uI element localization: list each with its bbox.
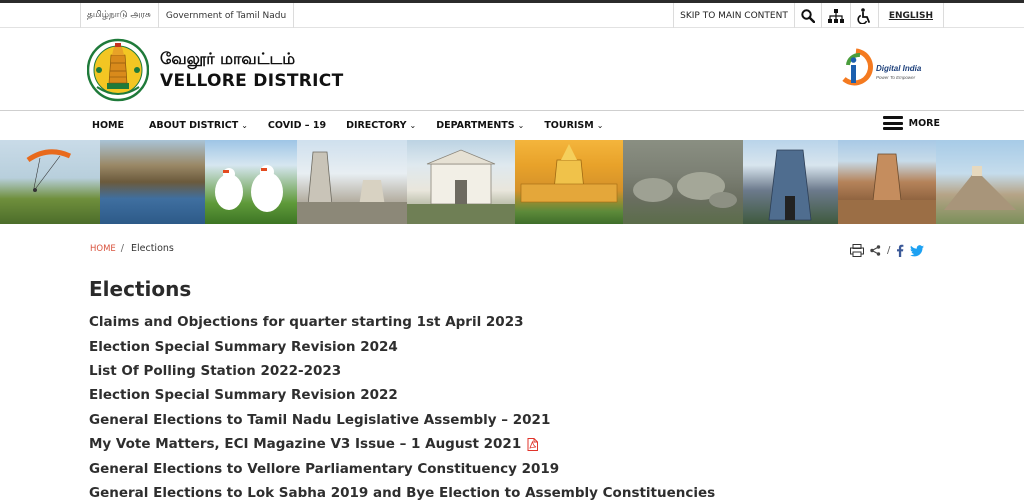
accessibility-button[interactable] (849, 3, 878, 28)
district-title-tamil: வேலூர் மாவட்டம் (160, 49, 296, 68)
breadcrumb-current: Elections (131, 243, 174, 254)
digital-india-logo[interactable]: Digital India Power To Empower (838, 43, 928, 91)
skip-to-main-content-link[interactable]: SKIP TO MAIN CONTENT (673, 3, 794, 28)
more-menu-button[interactable]: MORE (882, 116, 940, 130)
sitemap-button[interactable] (820, 3, 850, 28)
chevron-down-icon: ⌄ (596, 121, 604, 130)
nav-item-directory[interactable]: DIRECTORY ⌄ (346, 120, 416, 131)
district-title-english: VELLORE DISTRICT (160, 71, 344, 91)
election-link[interactable]: General Elections to Tamil Nadu Legislat… (89, 408, 715, 432)
site-header: வேலூர் மாவட்டம் VELLORE DISTRICT Digital… (0, 29, 1024, 111)
accessibility-icon (857, 7, 870, 24)
banner-photo-collage (0, 140, 1024, 224)
banner-photo-rock-sculptures (623, 140, 743, 224)
chevron-down-icon: ⌄ (241, 121, 248, 130)
facebook-icon[interactable] (896, 244, 904, 257)
election-link[interactable]: General Elections to Lok Sabha 2019 and … (89, 481, 715, 500)
banner-photo-temple-tower (297, 140, 407, 224)
tamil-government-link[interactable]: தமிழ்நாடு அரசு (87, 10, 151, 21)
hamburger-menu-icon (882, 116, 903, 130)
tamil-nadu-emblem-logo[interactable] (87, 37, 149, 103)
svg-text:Power To Empower: Power To Empower (876, 75, 916, 80)
breadcrumb-home-link[interactable]: HOME (90, 244, 116, 254)
share-icon[interactable] (870, 245, 881, 256)
elections-link-list: Claims and Objections for quarter starti… (89, 310, 715, 500)
nav-item-covid-19[interactable]: COVID – 19 (268, 120, 326, 131)
election-link[interactable]: Claims and Objections for quarter starti… (89, 310, 715, 334)
print-icon[interactable] (850, 244, 864, 257)
english-government-link[interactable]: Government of Tamil Nadu (166, 11, 286, 21)
election-link[interactable]: List Of Polling Station 2022-2023 (89, 359, 715, 383)
nav-item-home[interactable]: HOME (92, 120, 124, 131)
banner-photo-lake (100, 140, 205, 224)
svg-text:Digital India: Digital India (876, 64, 922, 73)
breadcrumb: HOME / Elections (90, 243, 174, 254)
pdf-file-icon (527, 437, 539, 451)
nav-item-departments[interactable]: DEPARTMENTS ⌄ (436, 120, 524, 131)
main-navigation: HOME ABOUT DISTRICT ⌄ COVID – 19 DIRECTOR… (0, 111, 1024, 140)
banner-photo-golden-temple (515, 140, 623, 224)
election-link[interactable]: Election Special Summary Revision 2022 (89, 383, 715, 407)
banner-photo-gopuram (743, 140, 838, 224)
utility-bar: தமிழ்நாடு அரசு Government of Tamil Nadu … (0, 3, 1024, 28)
sitemap-icon (827, 8, 844, 23)
page-title: Elections (89, 277, 192, 301)
nav-item-tourism[interactable]: TOURISM ⌄ (544, 120, 603, 131)
search-icon (801, 8, 815, 23)
nav-items: HOME ABOUT DISTRICT ⌄ COVID – 19 DIRECTOR… (82, 111, 623, 140)
banner-photo-heritage-building (407, 140, 515, 224)
banner-photo-temple-complex (838, 140, 936, 224)
election-link[interactable]: Election Special Summary Revision 2024 (89, 334, 715, 358)
banner-photo-swan-topiary (205, 140, 297, 224)
election-link[interactable]: General Elections to Vellore Parliamenta… (89, 456, 715, 480)
government-links: தமிழ்நாடு அரசு Government of Tamil Nadu (80, 3, 301, 28)
search-button[interactable] (793, 3, 821, 28)
banner-photo-paragliding (0, 140, 100, 224)
page-tools: / (850, 244, 925, 257)
chevron-down-icon: ⌄ (409, 121, 417, 130)
nav-item-about-district[interactable]: ABOUT DISTRICT ⌄ (149, 120, 248, 131)
utility-actions: SKIP TO MAIN CONTENT ENGLISH (673, 3, 944, 28)
twitter-icon[interactable] (910, 244, 925, 257)
election-link-pdf[interactable]: My Vote Matters, ECI Magazine V3 Issue –… (89, 432, 715, 456)
banner-photo-hill-temple (936, 140, 1024, 224)
language-switch-link[interactable]: ENGLISH (877, 3, 944, 28)
chevron-down-icon: ⌄ (517, 121, 525, 130)
